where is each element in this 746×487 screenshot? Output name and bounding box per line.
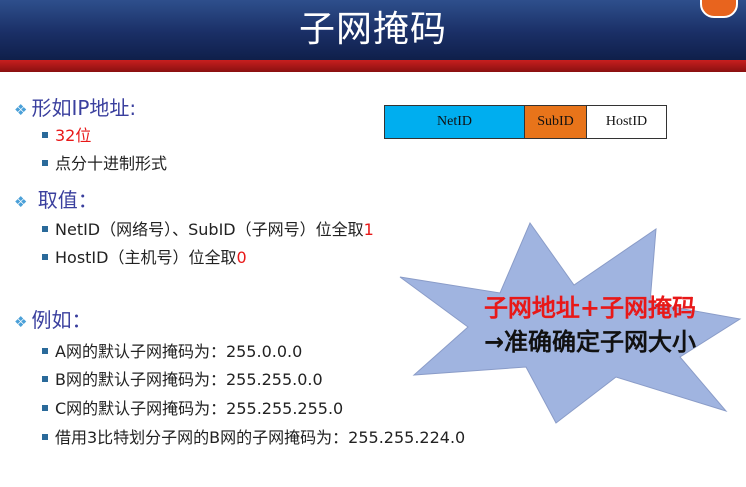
square-bullet-icon [42,347,48,354]
netid-subid-rule-text: NetID（网络号）、SubID（子网号）位全取 [55,220,364,239]
bits-text: 32位 [55,126,92,145]
callout-line-2: →准确确定子网大小 [483,328,697,356]
heading-values-text: 取值： [31,188,98,212]
subid-segment: SubID [525,106,587,138]
callout-line-1: 子网地址+子网掩码 [483,294,697,322]
list-item: B网的默认子网掩码为：255.255.0.0 [42,366,323,390]
list-item: 点分十进制形式 [42,150,167,174]
list-item: 32位 [42,122,91,146]
square-bullet-icon [42,131,48,138]
netid-segment: NetID [385,106,525,138]
heading-examples: ❖ 例如： [14,304,91,333]
rule-value-zero: 0 [236,248,247,267]
diamond-bullet-icon: ❖ [14,313,28,331]
example-c-text: C网的默认子网掩码为：255.255.255.0 [55,399,344,418]
example-b-text: B网的默认子网掩码为：255.255.0.0 [55,370,323,389]
rule-value-one: 1 [363,220,374,239]
hostid-segment: HostID [587,106,666,138]
example-borrow-text: 借用3比特划分子网的B网的子网掩码为：255.255.224.0 [55,428,466,447]
square-bullet-icon [42,159,48,166]
square-bullet-icon [42,375,48,382]
diamond-bullet-icon: ❖ [14,193,28,211]
heading-format: ❖ 形如IP地址: [14,92,136,121]
list-item: NetID（网络号）、SubID（子网号）位全取1 [42,216,374,240]
example-a-text: A网的默认子网掩码为：255.0.0.0 [55,342,303,361]
heading-format-text: 形如IP地址: [31,96,137,120]
hostid-rule-text: HostID（主机号）位全取 [55,248,237,267]
list-item: C网的默认子网掩码为：255.255.255.0 [42,395,343,419]
square-bullet-icon [42,225,48,232]
square-bullet-icon [42,404,48,411]
square-bullet-icon [42,253,48,260]
heading-examples-text: 例如： [31,308,92,332]
square-bullet-icon [42,433,48,440]
list-item: HostID（主机号）位全取0 [42,244,247,268]
address-structure-diagram: NetID SubID HostID [384,105,667,139]
diamond-bullet-icon: ❖ [14,101,28,119]
list-item: A网的默认子网掩码为：255.0.0.0 [42,338,302,362]
heading-values: ❖ 取值： [14,184,98,213]
title-underline [0,60,746,72]
slide-title: 子网掩码 [298,9,447,50]
dotted-decimal-text: 点分十进制形式 [55,154,168,173]
